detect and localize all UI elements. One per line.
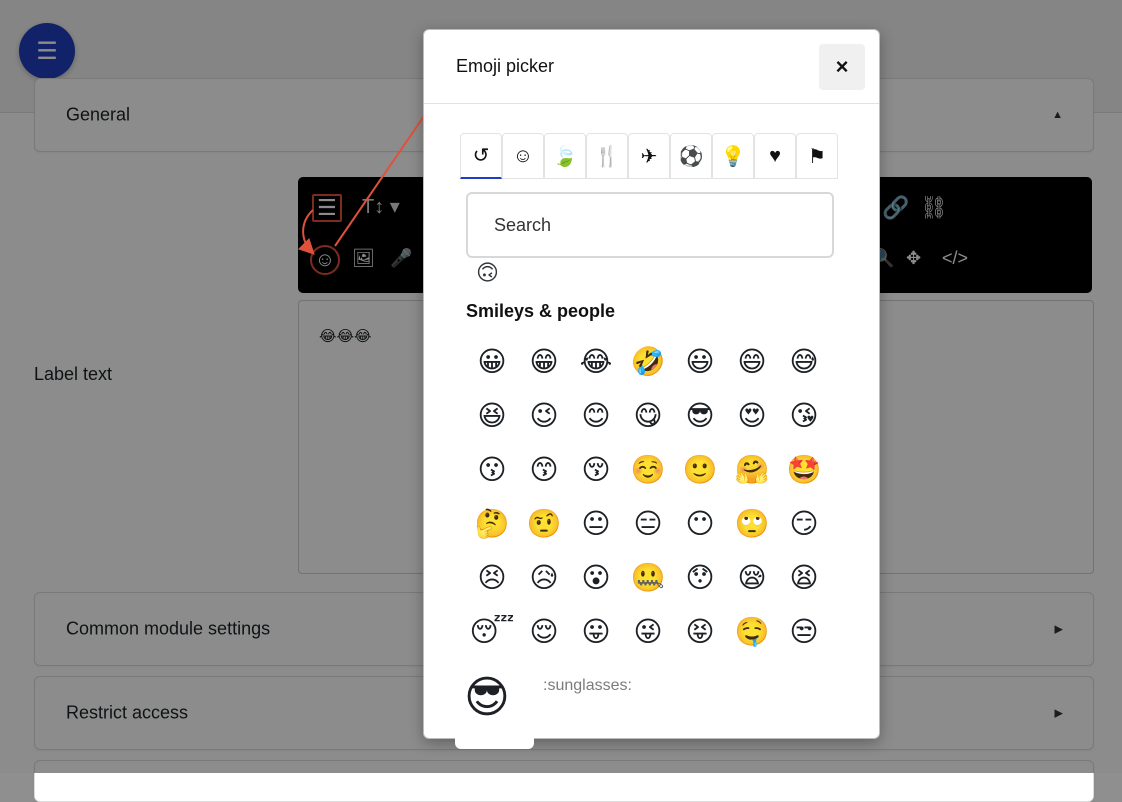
- emoji-button[interactable]: 😅: [778, 335, 830, 389]
- emoji-button[interactable]: 😋: [622, 389, 674, 443]
- divider: [424, 103, 879, 104]
- tab-objects[interactable]: 💡: [712, 133, 754, 179]
- emoji-button[interactable]: 🙄: [726, 497, 778, 551]
- preview-shortcode: :sunglasses:: [543, 677, 632, 694]
- emoji-button[interactable]: 🤗: [726, 443, 778, 497]
- food-icon: 🍴: [594, 145, 620, 168]
- emoji-button[interactable]: 😙: [518, 443, 570, 497]
- emoji-button[interactable]: 😝: [674, 605, 726, 659]
- tab-food[interactable]: 🍴: [586, 133, 628, 179]
- dialog-title: Emoji picker: [456, 56, 555, 76]
- tab-activities[interactable]: ⚽: [670, 133, 712, 179]
- history-icon: ↺: [472, 145, 490, 167]
- emoji-button[interactable]: 😜: [622, 605, 674, 659]
- emoji-button[interactable]: 😪: [726, 551, 778, 605]
- emoji-button[interactable]: 😚: [570, 443, 622, 497]
- emoji-button[interactable]: 🤤: [726, 605, 778, 659]
- emoji-button[interactable]: 😁: [518, 335, 570, 389]
- emoji-button[interactable]: 😥: [518, 551, 570, 605]
- emoji-button[interactable]: 😒: [778, 605, 830, 659]
- category-heading: Smileys & people: [466, 301, 616, 321]
- emoji-search-input[interactable]: Search: [466, 192, 834, 258]
- tab-smileys[interactable]: ☺: [502, 133, 544, 179]
- flag-icon: ⚑: [808, 145, 826, 168]
- emoji-button[interactable]: 😆: [466, 389, 518, 443]
- preview-tab: [455, 737, 534, 749]
- emoji-button[interactable]: 🤨: [518, 497, 570, 551]
- emoji-button[interactable]: 😮: [570, 551, 622, 605]
- emoji-button[interactable]: 😏: [778, 497, 830, 551]
- emoji-button[interactable]: 🤩: [778, 443, 830, 497]
- preview-emoji: 😎: [464, 673, 510, 722]
- emoji-button[interactable]: 😫: [778, 551, 830, 605]
- ball-icon: ⚽: [678, 145, 704, 168]
- emoji-button[interactable]: 😶: [674, 497, 726, 551]
- smiley-icon: ☺: [512, 144, 534, 167]
- emoji-button[interactable]: ☺️: [622, 443, 674, 497]
- tab-flags[interactable]: ⚑: [796, 133, 838, 179]
- emoji-button[interactable]: 😄: [726, 335, 778, 389]
- emoji-button[interactable]: 🤣: [622, 335, 674, 389]
- emoji-button[interactable]: 😗: [466, 443, 518, 497]
- emoji-button[interactable]: 😉: [518, 389, 570, 443]
- emoji-button[interactable]: 😣: [466, 551, 518, 605]
- emoji-button[interactable]: 😍: [726, 389, 778, 443]
- emoji-category-tabs: ↺ ☺ 🍃 🍴 ✈ ⚽ 💡 ♥ ⚑: [460, 133, 844, 181]
- emoji-button[interactable]: 😌: [518, 605, 570, 659]
- emoji-grid: 😀 😁 😂 🤣 😃 😄 😅 😆 😉 😊 😋 😎 😍 😘 😗 😙 😚 ☺️ 🙂 🤗 🤩 🤔 🤨 😐 😑 😶 🙄 😏 😣 😥 😮 🤐 😯 😪 😫 😴 😌 😛 😜…: [466, 335, 846, 659]
- emoji-button[interactable]: 😐: [570, 497, 622, 551]
- tab-nature[interactable]: 🍃: [544, 133, 586, 179]
- emoji-button[interactable]: 😴: [466, 605, 518, 659]
- emoji-button[interactable]: 😀: [466, 335, 518, 389]
- emoji-button[interactable]: 🙂: [674, 443, 726, 497]
- emoji-button[interactable]: 😎: [674, 389, 726, 443]
- emoji-button[interactable]: 😊: [570, 389, 622, 443]
- heart-icon: ♥: [769, 144, 781, 167]
- leaf-icon: 🍃: [552, 145, 578, 168]
- emoji-picker-dialog: Emoji picker × ↺ ☺ 🍃 🍴 ✈ ⚽ 💡 ♥ ⚑ Search …: [423, 29, 880, 739]
- scrolled-emoji: 🙃: [476, 260, 499, 285]
- tab-travel[interactable]: ✈: [628, 133, 670, 179]
- close-icon: ×: [835, 54, 849, 79]
- emoji-button[interactable]: 😛: [570, 605, 622, 659]
- plane-icon: ✈: [640, 145, 658, 168]
- emoji-button[interactable]: 😯: [674, 551, 726, 605]
- lightbulb-icon: 💡: [720, 145, 746, 168]
- tab-symbols[interactable]: ♥: [754, 133, 796, 179]
- tab-recent[interactable]: ↺: [460, 133, 502, 179]
- emoji-button[interactable]: 😃: [674, 335, 726, 389]
- emoji-button[interactable]: 😘: [778, 389, 830, 443]
- close-button[interactable]: ×: [819, 44, 865, 90]
- emoji-button[interactable]: 😂: [570, 335, 622, 389]
- emoji-button[interactable]: 😑: [622, 497, 674, 551]
- emoji-button[interactable]: 🤐: [622, 551, 674, 605]
- emoji-button[interactable]: 🤔: [466, 497, 518, 551]
